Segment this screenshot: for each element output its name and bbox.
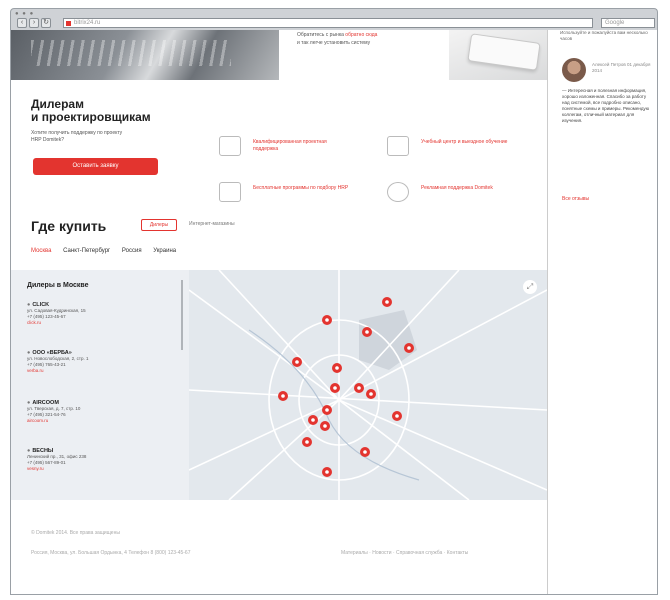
forward-button[interactable]: › bbox=[29, 18, 39, 28]
browser-search-input[interactable]: Google bbox=[601, 18, 655, 28]
feature-label[interactable]: Бесплатные программы по подбору HRP bbox=[253, 185, 353, 192]
tab-online-shops[interactable]: Интернет-магазины bbox=[189, 221, 235, 227]
dealer-link[interactable]: vesny.ru bbox=[27, 466, 167, 472]
where-to-buy-section: Где купить Дилеры Интернет-магазины Моск… bbox=[11, 218, 547, 270]
hero-link[interactable]: обратно сюда bbox=[345, 32, 377, 38]
footer-address: Россия, Москва, ул. Большая Ордынка, 4 Т… bbox=[31, 550, 191, 556]
feature-project-support: Квалифицированная проектная поддержка bbox=[219, 136, 359, 166]
map-marker[interactable] bbox=[308, 415, 318, 425]
address-text: bitrix24.ru bbox=[74, 20, 101, 26]
footer: © Domitek 2014. Все права защищены Росси… bbox=[11, 500, 547, 594]
map-marker[interactable] bbox=[354, 383, 364, 393]
map-marker[interactable] bbox=[330, 383, 340, 393]
city-tab-moscow[interactable]: Москва bbox=[31, 248, 51, 254]
dealers-title: Дилерам и проектировщикам bbox=[31, 97, 151, 124]
review-author: Алексей Петров 01 декабря 2014 bbox=[592, 62, 651, 73]
list-item[interactable]: ООО «ВЕРБА» ул. Новослободская, 2, стр. … bbox=[27, 350, 167, 374]
list-item[interactable]: AIRCOOM ул. Тверская, д. 7, стр. 10 +7 (… bbox=[27, 400, 167, 424]
footer-copyright: © Domitek 2014. Все права защищены bbox=[31, 530, 120, 536]
hero-image-right bbox=[449, 30, 547, 80]
dealer-link[interactable]: click.ru bbox=[27, 320, 167, 326]
dealer-map[interactable]: ⤢ bbox=[189, 270, 547, 500]
avatar bbox=[562, 58, 586, 82]
all-reviews-link[interactable]: Все отзывы bbox=[562, 196, 589, 202]
hero-line-2: и так легче установить систему bbox=[297, 40, 371, 46]
dealers-description: Хотите получить поддержку по проекту HRP… bbox=[31, 130, 123, 143]
map-canvas[interactable] bbox=[189, 270, 547, 500]
map-marker[interactable] bbox=[366, 389, 376, 399]
training-icon bbox=[387, 136, 409, 156]
favicon-icon bbox=[66, 21, 71, 26]
leave-request-button[interactable]: Оставить заявку bbox=[33, 158, 158, 175]
city-tab-russia[interactable]: Россия bbox=[122, 248, 142, 254]
window-controls[interactable]: ● ● ● bbox=[15, 11, 34, 17]
feature-software: Бесплатные программы по подбору HRP bbox=[219, 182, 359, 212]
feature-label[interactable]: Учебный центр и выездное обучение bbox=[421, 139, 521, 146]
map-marker[interactable] bbox=[302, 437, 312, 447]
map-marker[interactable] bbox=[332, 363, 342, 373]
feature-label[interactable]: Квалифицированная проектная поддержка bbox=[253, 139, 353, 153]
monitor-icon bbox=[219, 182, 241, 202]
map-marker[interactable] bbox=[322, 467, 332, 477]
map-marker[interactable] bbox=[322, 405, 332, 415]
feature-marketing: Рекламная поддержка Domitek bbox=[387, 182, 527, 212]
map-marker[interactable] bbox=[278, 391, 288, 401]
browser-toolbar: ● ● ● ‹ › ↻ bitrix24.ru Google bbox=[10, 8, 658, 30]
reviews-sidebar: Используйте и пожалуйста вам несколько ч… bbox=[547, 30, 657, 594]
footer-links[interactable]: Материалы · Новости · Справочная служба … bbox=[341, 550, 468, 556]
blueprint-icon bbox=[219, 136, 241, 156]
air-conditioner-image bbox=[467, 33, 541, 71]
map-marker[interactable] bbox=[362, 327, 372, 337]
dealers-section: Дилерам и проектировщикам Хотите получит… bbox=[11, 80, 547, 222]
city-tab-spb[interactable]: Санкт-Петербург bbox=[63, 248, 110, 254]
map-marker[interactable] bbox=[392, 411, 402, 421]
map-marker[interactable] bbox=[292, 357, 302, 367]
fullscreen-icon[interactable]: ⤢ bbox=[523, 280, 537, 294]
where-to-buy-title: Где купить bbox=[31, 218, 107, 234]
address-bar[interactable]: bitrix24.ru bbox=[63, 18, 593, 28]
lightbulb-icon bbox=[387, 182, 409, 202]
map-marker[interactable] bbox=[320, 421, 330, 431]
tab-dealers[interactable]: Дилеры bbox=[141, 219, 177, 231]
back-button[interactable]: ‹ bbox=[17, 18, 27, 28]
city-tabs: Москва Санкт-Петербург Россия Украина bbox=[31, 248, 186, 254]
hero-text: Обратитесь с рынка обратно сюда и так ле… bbox=[279, 30, 449, 80]
city-tab-ukraine[interactable]: Украина bbox=[153, 248, 176, 254]
dealer-list-scrollbar[interactable] bbox=[181, 280, 183, 350]
hero-image-left bbox=[11, 30, 279, 80]
map-marker[interactable] bbox=[404, 343, 414, 353]
dealer-link[interactable]: aircoom.ru bbox=[27, 418, 167, 424]
page-viewport: Обратитесь с рынка обратно сюда и так ле… bbox=[10, 30, 658, 595]
feature-training: Учебный центр и выездное обучение bbox=[387, 136, 527, 166]
list-item[interactable]: ВЕСНЫ Ленинский пр., 31, офис 238 +7 (49… bbox=[27, 448, 167, 472]
dealer-list-title: Дилеры в Москве bbox=[27, 282, 89, 289]
map-marker[interactable] bbox=[382, 297, 392, 307]
sidebar-top-text: Используйте и пожалуйста вам несколько ч… bbox=[560, 30, 648, 41]
dealer-list: Дилеры в Москве CLICK ул. Садовая-Кудрин… bbox=[11, 270, 189, 500]
reload-button[interactable]: ↻ bbox=[41, 18, 51, 28]
map-marker[interactable] bbox=[360, 447, 370, 457]
list-item[interactable]: CLICK ул. Садовая-Кудринская, 15 +7 (495… bbox=[27, 302, 167, 326]
hero-line-1: Обратитесь с рынка обратно сюда bbox=[297, 32, 378, 38]
feature-label[interactable]: Рекламная поддержка Domitek bbox=[421, 185, 521, 192]
map-marker[interactable] bbox=[322, 315, 332, 325]
review-text: — Интересная и полезная информация, хоро… bbox=[562, 88, 650, 123]
dealer-link[interactable]: verba.ru bbox=[27, 368, 167, 374]
